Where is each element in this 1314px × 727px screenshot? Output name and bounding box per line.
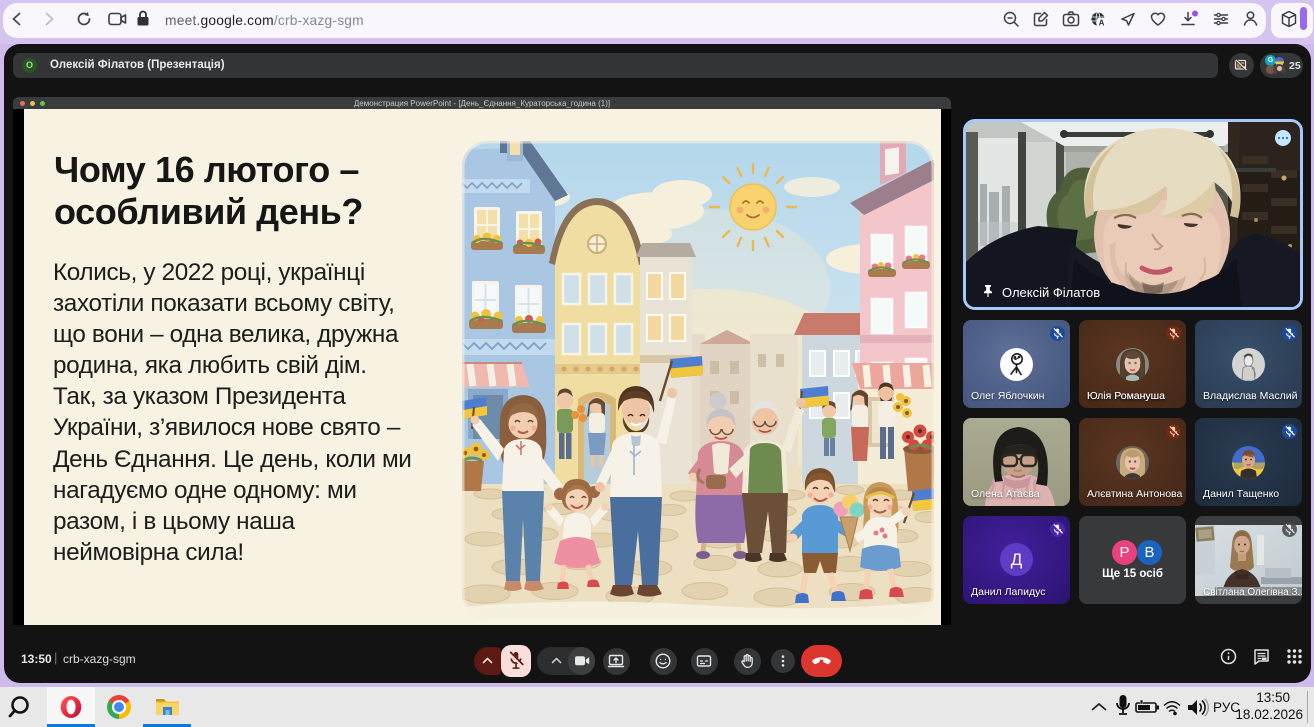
svg-text:A: A <box>1099 18 1105 27</box>
